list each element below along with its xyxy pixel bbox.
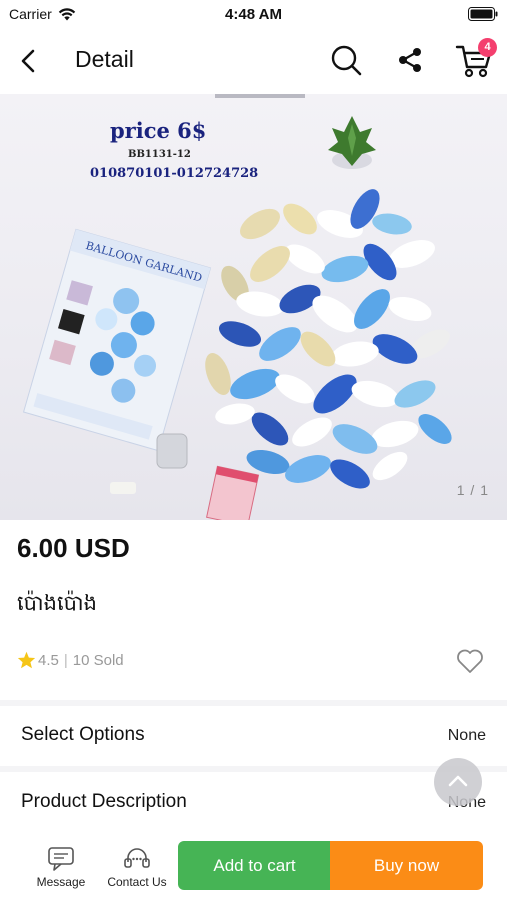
share-icon[interactable] bbox=[394, 44, 426, 76]
buy-now-button[interactable]: Buy now bbox=[330, 841, 483, 890]
sold-count: 10 Sold bbox=[72, 651, 124, 669]
cart-count-badge: 4 bbox=[478, 38, 497, 57]
status-time: 4:48 AM bbox=[225, 6, 282, 23]
divider bbox=[0, 766, 507, 772]
battery-icon bbox=[468, 7, 498, 21]
contact-us-label: Contact Us bbox=[107, 875, 167, 889]
add-to-cart-button[interactable]: Add to cart bbox=[178, 841, 331, 890]
message-icon bbox=[48, 847, 74, 871]
app-header: Detail 4 bbox=[0, 28, 507, 94]
message-button[interactable]: Message bbox=[33, 846, 89, 889]
rating-row: 4.5 | 10 Sold bbox=[17, 651, 124, 669]
product-image[interactable]: BALLOON GARLAND price 6$ BB1131-12 01087… bbox=[0, 94, 507, 520]
select-options-label: Select Options bbox=[21, 724, 145, 745]
scroll-to-top-button[interactable] bbox=[434, 758, 482, 806]
product-description-row[interactable]: Product Description None bbox=[0, 773, 507, 833]
product-price: 6.00 USD bbox=[17, 533, 130, 563]
status-bar: Carrier 4:48 AM bbox=[0, 0, 507, 28]
message-label: Message bbox=[36, 875, 86, 889]
star-icon bbox=[17, 651, 36, 669]
image-pager: 1 / 1 bbox=[456, 482, 489, 498]
favorite-heart-icon[interactable] bbox=[456, 648, 484, 674]
back-arrow-icon[interactable] bbox=[14, 46, 44, 76]
bottom-action-bar: Message Contact Us Add to cart Buy now bbox=[0, 838, 507, 900]
search-icon[interactable] bbox=[328, 42, 364, 78]
product-name: ប៉ោងប៉ោង bbox=[17, 592, 97, 615]
contact-us-button[interactable]: Contact Us bbox=[103, 846, 171, 889]
select-options-value: None bbox=[447, 727, 486, 744]
headset-icon bbox=[124, 848, 150, 868]
page-title: Detail bbox=[75, 46, 134, 72]
chevron-up-icon bbox=[448, 775, 468, 787]
select-options-row[interactable]: Select Options None bbox=[0, 706, 507, 766]
rating-separator: | bbox=[63, 651, 68, 669]
image-product-code: BB1131-12 bbox=[128, 149, 191, 160]
rating-value: 4.5 bbox=[38, 651, 59, 669]
product-description-label: Product Description bbox=[21, 791, 187, 812]
image-phone-numbers: 010870101-012724728 bbox=[90, 166, 259, 181]
image-price-tag: price 6$ bbox=[110, 118, 207, 143]
balloon-photo: BALLOON GARLAND bbox=[22, 94, 452, 520]
